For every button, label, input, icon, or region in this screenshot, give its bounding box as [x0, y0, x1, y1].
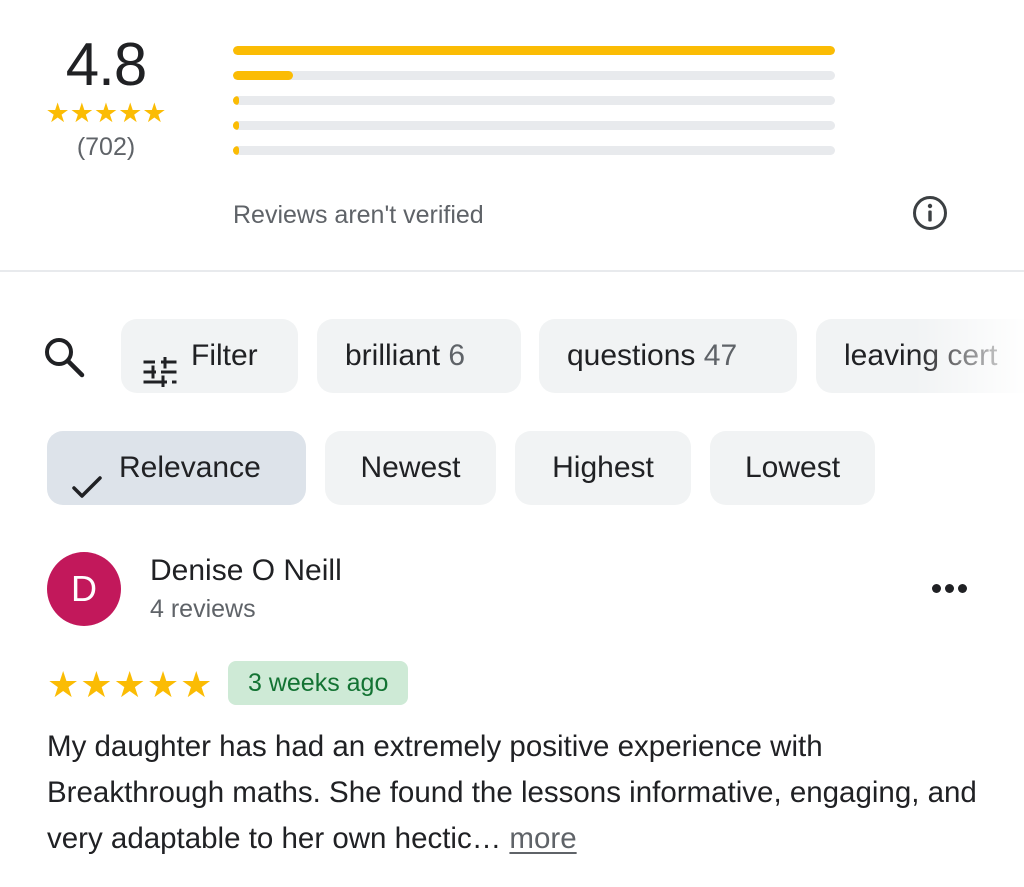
review-time-badge: 3 weeks ago	[228, 661, 409, 705]
search-icon[interactable]	[42, 335, 86, 379]
sort-chip-label: Relevance	[119, 451, 261, 484]
rating-bar-1	[233, 146, 835, 155]
review-stars: ★★★★★	[47, 664, 214, 705]
sort-chip-lowest[interactable]: Lowest	[710, 431, 875, 505]
check-icon	[71, 455, 103, 498]
rating-bar-2	[233, 121, 835, 130]
topic-chip-leaving-cert[interactable]: leaving cert	[816, 319, 1024, 393]
topic-chip-count: 47	[703, 339, 738, 372]
reviewer-review-count: 4 reviews	[150, 595, 256, 623]
verification-note: Reviews aren't verified	[233, 201, 484, 229]
filter-chip[interactable]: Filter	[121, 319, 298, 393]
topic-chip-questions[interactable]: questions 47	[539, 319, 797, 393]
rating-bar-5	[233, 46, 835, 55]
sort-chip-highest[interactable]: Highest	[515, 431, 691, 505]
sort-chip-newest[interactable]: Newest	[325, 431, 496, 505]
topic-chip-count: 6	[448, 339, 466, 372]
more-link[interactable]: more	[509, 822, 576, 855]
review-count: (702)	[76, 133, 136, 161]
average-rating: 4.8	[65, 31, 147, 98]
rating-bar-fill	[233, 71, 294, 80]
rating-bar-4	[233, 71, 835, 80]
info-icon[interactable]	[912, 195, 948, 231]
rating-bar-fill	[233, 96, 240, 105]
topic-chip-label: brilliant	[345, 339, 441, 372]
sort-chip-label: Highest	[552, 451, 654, 484]
section-divider	[0, 270, 1024, 272]
chip-fade-overlay	[914, 319, 1024, 393]
more-horiz-icon[interactable]	[922, 570, 978, 606]
rating-bar-fill	[233, 121, 240, 130]
sort-chip-label: Lowest	[744, 451, 841, 484]
average-stars: ★★★★★	[45, 98, 167, 128]
rating-bar-fill	[233, 46, 835, 55]
rating-bar-fill	[233, 146, 240, 155]
tune-icon	[143, 341, 177, 389]
reviewer-name[interactable]: Denise O Neill	[150, 553, 342, 589]
sort-chip-relevance[interactable]: Relevance	[47, 431, 306, 505]
topic-chip-label: questions	[567, 339, 696, 372]
rating-distribution	[233, 46, 835, 171]
reviewer-avatar[interactable]: D	[47, 552, 121, 626]
sort-chip-label: Newest	[360, 451, 461, 484]
filter-chip-label: Filter	[191, 339, 258, 372]
topic-chip-brilliant[interactable]: brilliant 6	[317, 319, 521, 393]
rating-bar-3	[233, 96, 835, 105]
review-body: My daughter has had an extremely positiv…	[47, 724, 987, 862]
